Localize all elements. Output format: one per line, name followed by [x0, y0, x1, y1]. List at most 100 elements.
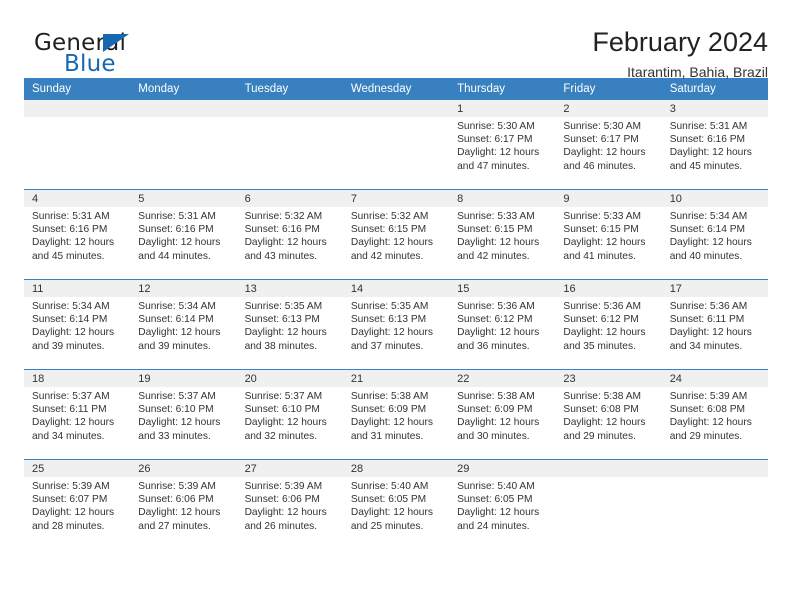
- sunrise-text: Sunrise: 5:36 AM: [669, 301, 748, 312]
- sunrise-text: Sunrise: 5:39 AM: [32, 481, 110, 492]
- daylight-text: and 30 minutes.: [457, 430, 530, 442]
- calendar-cell-inner: 20 Sunrise: 5:37 AM Sunset: 6:10 PM Dayligh…: [236, 370, 343, 459]
- calendar-day-cell[interactable]: 11 Sunrise: 5:34 AM Sunset: 6:14 PM Dayligh…: [24, 279, 131, 370]
- daylight-text: and 45 minutes.: [669, 160, 743, 172]
- calendar-cell-inner: 2 Sunrise: 5:30 AM Sunset: 6:17 PM Daylight…: [555, 100, 662, 189]
- brand-logo[interactable]: General Blue: [24, 26, 224, 82]
- calendar-day-cell[interactable]: 20 Sunrise: 5:37 AM Sunset: 6:10 PM Dayligh…: [236, 369, 343, 460]
- daylight-text: Daylight: 12 hours: [244, 417, 327, 429]
- calendar-day-cell[interactable]: 17 Sunrise: 5:36 AM Sunset: 6:11 PM Dayligh…: [661, 279, 768, 370]
- sunset-text: Sunset: 6:10 PM: [244, 404, 320, 416]
- daylight-text: and 27 minutes.: [138, 520, 211, 532]
- daylight-text: Daylight: 12 hours: [457, 417, 540, 429]
- calendar-cell-inner: 3 Sunrise: 5:31 AM Sunset: 6:16 PM Daylight…: [661, 100, 768, 189]
- day-detail-text: Sunrise: 5:32 AM Sunset: 6:16 PM Daylight:…: [237, 207, 343, 263]
- calendar-day-cell[interactable]: 5 Sunrise: 5:31 AM Sunset: 6:16 PM Daylight…: [130, 189, 237, 280]
- sunset-text: Sunset: 6:15 PM: [350, 224, 427, 236]
- sunset-text: Sunset: 6:13 PM: [350, 314, 427, 326]
- calendar-day-cell[interactable]: 10 Sunrise: 5:34 AM Sunset: 6:14 PM Dayligh…: [661, 189, 768, 280]
- sunrise-text: Sunrise: 5:32 AM: [244, 211, 323, 222]
- daylight-text: Daylight: 12 hours: [669, 417, 752, 429]
- sunset-text: Sunset: 6:16 PM: [138, 224, 214, 236]
- calendar-day-cell[interactable]: 27 Sunrise: 5:39 AM Sunset: 6:06 PM Dayligh…: [236, 459, 343, 549]
- daylight-text: Daylight: 12 hours: [32, 507, 115, 519]
- sunrise-text: Sunrise: 5:35 AM: [244, 301, 323, 312]
- daylight-text: and 45 minutes.: [32, 250, 105, 262]
- sunset-text: Sunset: 6:16 PM: [669, 134, 746, 146]
- page-header: General Blue February 2024 Itarantim, Ba…: [24, 0, 768, 80]
- calendar-cell-inner: 22 Sunrise: 5:38 AM Sunset: 6:09 PM Dayligh…: [449, 370, 556, 459]
- day-detail-text: Sunrise: 5:37 AM Sunset: 6:10 PM Daylight:…: [130, 387, 236, 443]
- day-number: [342, 100, 450, 117]
- calendar-day-cell[interactable]: 19 Sunrise: 5:37 AM Sunset: 6:10 PM Dayligh…: [130, 369, 237, 460]
- calendar-week-row: 4 Sunrise: 5:31 AM Sunset: 6:16 PM Daylight…: [24, 189, 768, 280]
- sunrise-text: Sunrise: 5:37 AM: [244, 391, 323, 402]
- daylight-text: and 33 minutes.: [138, 430, 211, 442]
- calendar-day-cell[interactable]: 4 Sunrise: 5:31 AM Sunset: 6:16 PM Daylight…: [24, 189, 131, 280]
- calendar-cell-inner: 16 Sunrise: 5:36 AM Sunset: 6:12 PM Dayligh…: [555, 280, 662, 369]
- calendar-cell-inner: 13 Sunrise: 5:35 AM Sunset: 6:13 PM Dayligh…: [236, 280, 343, 369]
- daylight-text: Daylight: 12 hours: [350, 327, 433, 339]
- day-number: 18: [24, 370, 131, 387]
- sunrise-text: Sunrise: 5:30 AM: [457, 121, 535, 132]
- calendar-day-cell[interactable]: 21 Sunrise: 5:38 AM Sunset: 6:09 PM Dayligh…: [342, 369, 450, 460]
- calendar-day-cell[interactable]: 6 Sunrise: 5:32 AM Sunset: 6:16 PM Daylight…: [236, 189, 343, 280]
- calendar-day-cell[interactable]: 15 Sunrise: 5:36 AM Sunset: 6:12 PM Dayligh…: [449, 279, 556, 370]
- day-number: 21: [342, 370, 450, 387]
- calendar-day-cell[interactable]: 16 Sunrise: 5:36 AM Sunset: 6:12 PM Dayligh…: [555, 279, 662, 370]
- calendar-cell-inner: 23 Sunrise: 5:38 AM Sunset: 6:08 PM Dayligh…: [555, 370, 662, 459]
- calendar-cell-inner: 6 Sunrise: 5:32 AM Sunset: 6:16 PM Daylight…: [236, 190, 343, 279]
- calendar-day-cell[interactable]: 26 Sunrise: 5:39 AM Sunset: 6:06 PM Dayligh…: [130, 459, 237, 549]
- sunset-text: Sunset: 6:09 PM: [350, 404, 427, 416]
- calendar-day-cell[interactable]: 7 Sunrise: 5:32 AM Sunset: 6:15 PM Daylight…: [342, 189, 450, 280]
- daylight-text: Daylight: 12 hours: [32, 327, 115, 339]
- sunset-text: Sunset: 6:11 PM: [32, 404, 107, 416]
- calendar-table: Sunday Monday Tuesday Wednesday Thursday…: [24, 78, 768, 549]
- daylight-text: Daylight: 12 hours: [350, 417, 433, 429]
- calendar-cell-inner: 18 Sunrise: 5:37 AM Sunset: 6:11 PM Dayligh…: [24, 370, 131, 459]
- calendar-day-cell[interactable]: 18 Sunrise: 5:37 AM Sunset: 6:11 PM Dayligh…: [24, 369, 131, 460]
- calendar-cell-inner: 8 Sunrise: 5:33 AM Sunset: 6:15 PM Daylight…: [449, 190, 556, 279]
- calendar-day-cell[interactable]: 13 Sunrise: 5:35 AM Sunset: 6:13 PM Dayligh…: [236, 279, 343, 370]
- daylight-text: Daylight: 12 hours: [244, 507, 327, 519]
- day-detail-text: Sunrise: 5:31 AM Sunset: 6:16 PM Daylight:…: [24, 207, 130, 263]
- calendar-day-cell[interactable]: 9 Sunrise: 5:33 AM Sunset: 6:15 PM Daylight…: [555, 189, 662, 280]
- calendar-day-cell[interactable]: 25 Sunrise: 5:39 AM Sunset: 6:07 PM Dayligh…: [24, 459, 131, 549]
- calendar-day-cell[interactable]: 23 Sunrise: 5:38 AM Sunset: 6:08 PM Dayligh…: [555, 369, 662, 460]
- daylight-text: and 44 minutes.: [138, 250, 211, 262]
- calendar-cell-empty: [130, 100, 237, 190]
- calendar-cell-inner: 9 Sunrise: 5:33 AM Sunset: 6:15 PM Daylight…: [555, 190, 662, 279]
- sunset-text: Sunset: 6:12 PM: [457, 314, 533, 326]
- calendar-cell-inner: 21 Sunrise: 5:38 AM Sunset: 6:09 PM Dayligh…: [342, 370, 450, 459]
- daylight-text: Daylight: 12 hours: [138, 417, 221, 429]
- calendar-day-cell[interactable]: 29 Sunrise: 5:40 AM Sunset: 6:05 PM Dayligh…: [449, 459, 556, 549]
- calendar-day-cell[interactable]: 28 Sunrise: 5:40 AM Sunset: 6:05 PM Dayligh…: [342, 459, 450, 549]
- sunrise-text: Sunrise: 5:40 AM: [457, 481, 535, 492]
- calendar-day-cell[interactable]: 1 Sunrise: 5:30 AM Sunset: 6:17 PM Daylight…: [449, 100, 556, 190]
- calendar-day-cell[interactable]: 12 Sunrise: 5:34 AM Sunset: 6:14 PM Dayligh…: [130, 279, 237, 370]
- day-number: 22: [449, 370, 556, 387]
- day-detail-text: Sunrise: 5:39 AM Sunset: 6:06 PM Daylight:…: [130, 477, 236, 533]
- calendar-day-cell[interactable]: 2 Sunrise: 5:30 AM Sunset: 6:17 PM Daylight…: [555, 100, 662, 190]
- daylight-text: and 46 minutes.: [563, 160, 636, 172]
- daylight-text: Daylight: 12 hours: [350, 507, 433, 519]
- sunset-text: Sunset: 6:05 PM: [350, 494, 427, 506]
- day-number: 7: [342, 190, 450, 207]
- day-detail-text: Sunrise: 5:34 AM Sunset: 6:14 PM Daylight:…: [24, 297, 130, 353]
- calendar-day-cell[interactable]: 8 Sunrise: 5:33 AM Sunset: 6:15 PM Daylight…: [449, 189, 556, 280]
- calendar-day-cell[interactable]: 24 Sunrise: 5:39 AM Sunset: 6:08 PM Dayligh…: [661, 369, 768, 460]
- calendar-day-cell[interactable]: 3 Sunrise: 5:31 AM Sunset: 6:16 PM Daylight…: [661, 100, 768, 190]
- calendar-cell-inner: [130, 100, 237, 189]
- sunrise-text: Sunrise: 5:38 AM: [563, 391, 641, 402]
- day-number: 20: [236, 370, 343, 387]
- sunset-text: Sunset: 6:05 PM: [457, 494, 533, 506]
- calendar-day-cell[interactable]: 22 Sunrise: 5:38 AM Sunset: 6:09 PM Dayligh…: [449, 369, 556, 460]
- sunrise-text: Sunrise: 5:39 AM: [138, 481, 216, 492]
- sunset-text: Sunset: 6:07 PM: [32, 494, 108, 506]
- sunset-text: Sunset: 6:14 PM: [138, 314, 214, 326]
- day-number: 8: [449, 190, 556, 207]
- calendar-day-cell[interactable]: 14 Sunrise: 5:35 AM Sunset: 6:13 PM Dayligh…: [342, 279, 450, 370]
- title-block: February 2024 Itarantim, Bahia, Brazil: [592, 26, 768, 82]
- day-number: 16: [555, 280, 662, 297]
- calendar-cell-inner: 4 Sunrise: 5:31 AM Sunset: 6:16 PM Daylight…: [24, 190, 131, 279]
